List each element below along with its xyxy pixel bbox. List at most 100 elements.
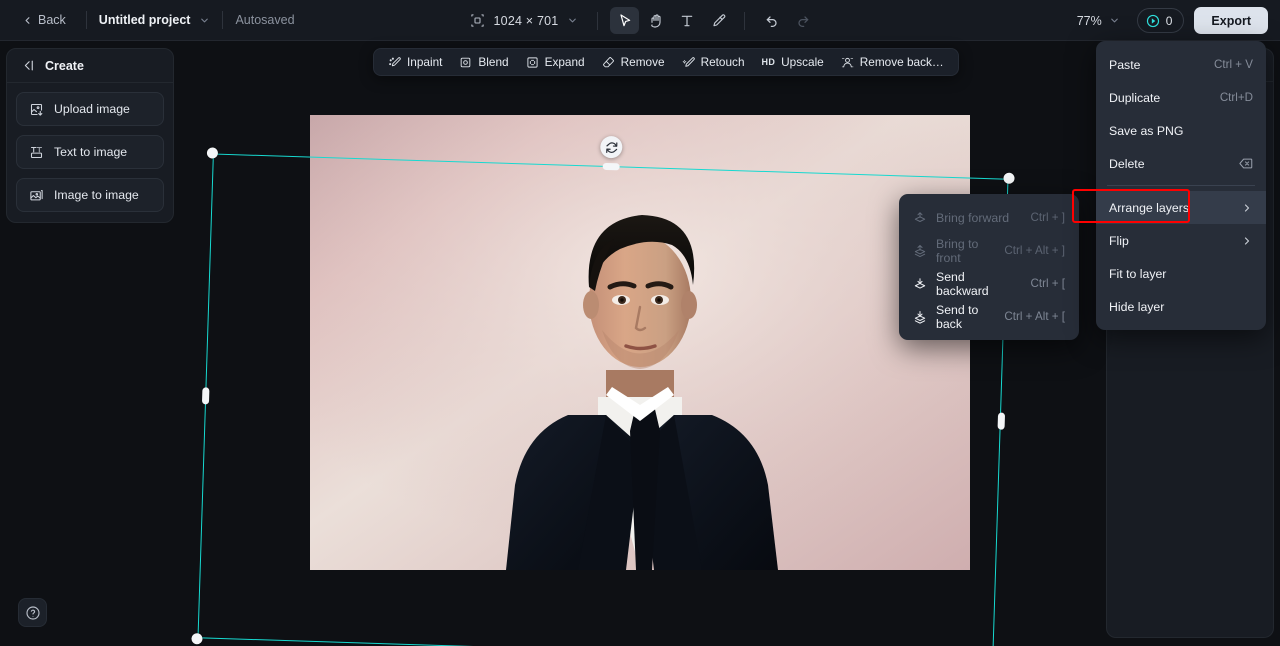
redo-button[interactable] bbox=[788, 7, 817, 34]
inpaint-icon bbox=[389, 56, 401, 66]
bring-to-front-item[interactable]: Bring to front Ctrl + Alt + ] bbox=[899, 234, 1079, 267]
context-menu-item-paste[interactable]: Paste Ctrl + V bbox=[1096, 48, 1266, 81]
project-name[interactable]: Untitled project bbox=[99, 13, 191, 27]
duplicate-shortcut: Ctrl+D bbox=[1219, 91, 1253, 104]
create-panel-items: Upload image Text to image Image to imag… bbox=[7, 83, 173, 212]
inpaint-button[interactable]: Inpaint bbox=[381, 51, 449, 73]
context-menu-item-duplicate[interactable]: Duplicate Ctrl+D bbox=[1096, 81, 1266, 114]
tool-group-history bbox=[757, 7, 817, 34]
arrange-layers-submenu: Bring forward Ctrl + ] Bring to front Ct… bbox=[899, 194, 1079, 340]
undo-button[interactable] bbox=[757, 7, 786, 34]
canvas-area[interactable] bbox=[0, 41, 1280, 646]
back-button[interactable]: Back bbox=[14, 9, 74, 31]
export-button[interactable]: Export bbox=[1194, 7, 1268, 34]
expand-button[interactable]: Expand bbox=[519, 51, 592, 73]
bring-to-front-shortcut: Ctrl + Alt + ] bbox=[1004, 244, 1065, 257]
edit-toolbar: Inpaint Blend Expand Remove Retouch HD U… bbox=[373, 48, 959, 76]
create-panel-header[interactable]: Create bbox=[7, 49, 173, 83]
retouch-button[interactable]: Retouch bbox=[675, 51, 752, 73]
hide-layer-label: Hide layer bbox=[1109, 299, 1165, 314]
canvas-size-chevron-down-icon bbox=[567, 15, 578, 26]
canvas-size-button[interactable]: 1024 × 701 bbox=[463, 8, 586, 33]
project-menu-chevron-down-icon[interactable] bbox=[199, 15, 210, 26]
context-menu-item-fit-to-layer[interactable]: Fit to layer bbox=[1096, 257, 1266, 290]
hand-icon bbox=[651, 13, 661, 28]
context-menu-item-hide-layer[interactable]: Hide layer bbox=[1096, 290, 1266, 323]
app-root: Back Untitled project Autosaved 1024 × 7… bbox=[0, 0, 1280, 646]
credit-coin-icon bbox=[1146, 14, 1159, 27]
paste-label: Paste bbox=[1109, 57, 1141, 72]
bring-forward-label: Bring forward bbox=[936, 210, 1010, 225]
chevron-left-icon bbox=[25, 16, 30, 24]
send-backward-shortcut: Ctrl + [ bbox=[1030, 277, 1065, 290]
brush-tool[interactable] bbox=[703, 7, 732, 34]
remove-background-icon bbox=[841, 57, 854, 67]
zoom-level-button[interactable]: 77% bbox=[1070, 9, 1127, 33]
divider bbox=[744, 11, 746, 30]
bring-to-front-icon bbox=[914, 244, 926, 257]
upload-image-label: Upload image bbox=[54, 102, 130, 116]
send-backward-item[interactable]: Send backward Ctrl + [ bbox=[899, 267, 1079, 300]
upload-image-button[interactable]: Upload image bbox=[16, 92, 164, 126]
text-to-image-button[interactable]: Text to image bbox=[16, 135, 164, 169]
text-icon bbox=[681, 15, 693, 26]
remove-background-label: Remove back… bbox=[859, 55, 944, 69]
eraser-icon bbox=[602, 56, 614, 67]
upscale-button[interactable]: HD Upscale bbox=[755, 51, 831, 73]
blend-button[interactable]: Blend bbox=[452, 51, 515, 73]
help-button[interactable] bbox=[18, 598, 47, 627]
canvas-size-label: 1024 × 701 bbox=[493, 13, 559, 28]
context-menu-item-flip[interactable]: Flip bbox=[1096, 224, 1266, 257]
arrange-layers-label: Arrange layers bbox=[1109, 200, 1189, 215]
text-to-image-label: Text to image bbox=[54, 145, 128, 159]
selection-bounding-box[interactable] bbox=[197, 153, 1009, 646]
credits-badge[interactable]: 0 bbox=[1136, 8, 1185, 33]
crop-frame-icon bbox=[470, 14, 484, 27]
expand-icon bbox=[527, 56, 538, 68]
resize-handle-bottom-left[interactable] bbox=[191, 633, 203, 645]
image-to-image-icon bbox=[30, 189, 43, 200]
hand-tool[interactable] bbox=[641, 7, 670, 34]
top-bar: Back Untitled project Autosaved 1024 × 7… bbox=[0, 0, 1280, 41]
expand-label: Expand bbox=[544, 55, 585, 69]
bring-forward-item[interactable]: Bring forward Ctrl + ] bbox=[899, 201, 1079, 234]
undo-icon bbox=[766, 15, 777, 27]
hd-icon: HD bbox=[761, 57, 776, 67]
select-tool[interactable] bbox=[610, 7, 640, 34]
resize-handle-right[interactable] bbox=[997, 412, 1005, 430]
chevron-right-icon bbox=[1241, 235, 1253, 247]
context-menu-separator bbox=[1107, 185, 1255, 186]
image-to-image-label: Image to image bbox=[54, 188, 139, 202]
resize-handle-top-right[interactable] bbox=[1003, 172, 1015, 184]
resize-handle-top[interactable] bbox=[602, 162, 620, 170]
autosaved-status: Autosaved bbox=[235, 13, 295, 27]
duplicate-label: Duplicate bbox=[1109, 90, 1161, 105]
upscale-label: Upscale bbox=[781, 55, 824, 69]
collapse-left-icon bbox=[24, 60, 33, 71]
resize-handle-left[interactable] bbox=[201, 387, 209, 405]
bring-to-front-label: Bring to front bbox=[936, 236, 979, 265]
context-menu-item-delete[interactable]: Delete bbox=[1096, 147, 1266, 180]
remove-background-button[interactable]: Remove back… bbox=[834, 51, 951, 73]
text-tool[interactable] bbox=[672, 7, 701, 34]
send-backward-icon bbox=[914, 277, 926, 289]
bring-forward-shortcut: Ctrl + ] bbox=[1030, 211, 1065, 224]
remove-button[interactable]: Remove bbox=[595, 51, 672, 73]
create-panel-title: Create bbox=[45, 58, 84, 73]
bring-forward-icon bbox=[914, 211, 926, 222]
delete-label: Delete bbox=[1109, 156, 1145, 171]
context-menu-item-arrange-layers[interactable]: Arrange layers bbox=[1096, 191, 1266, 224]
send-to-back-item[interactable]: Send to back Ctrl + Alt + [ bbox=[899, 300, 1079, 333]
back-label: Back bbox=[38, 13, 66, 27]
retouch-icon bbox=[682, 56, 695, 67]
paste-shortcut: Ctrl + V bbox=[1214, 58, 1253, 71]
context-menu: Paste Ctrl + V Duplicate Ctrl+D Save as … bbox=[1096, 41, 1266, 330]
context-menu-item-save-as-png[interactable]: Save as PNG bbox=[1096, 114, 1266, 147]
image-to-image-button[interactable]: Image to image bbox=[16, 178, 164, 212]
send-to-back-icon bbox=[914, 310, 926, 324]
chevron-right-icon bbox=[1241, 202, 1253, 214]
tool-group-primary bbox=[610, 7, 732, 34]
divider bbox=[597, 11, 599, 30]
selection-overlay[interactable] bbox=[191, 135, 1015, 646]
top-bar-left: Back Untitled project Autosaved bbox=[0, 0, 295, 41]
